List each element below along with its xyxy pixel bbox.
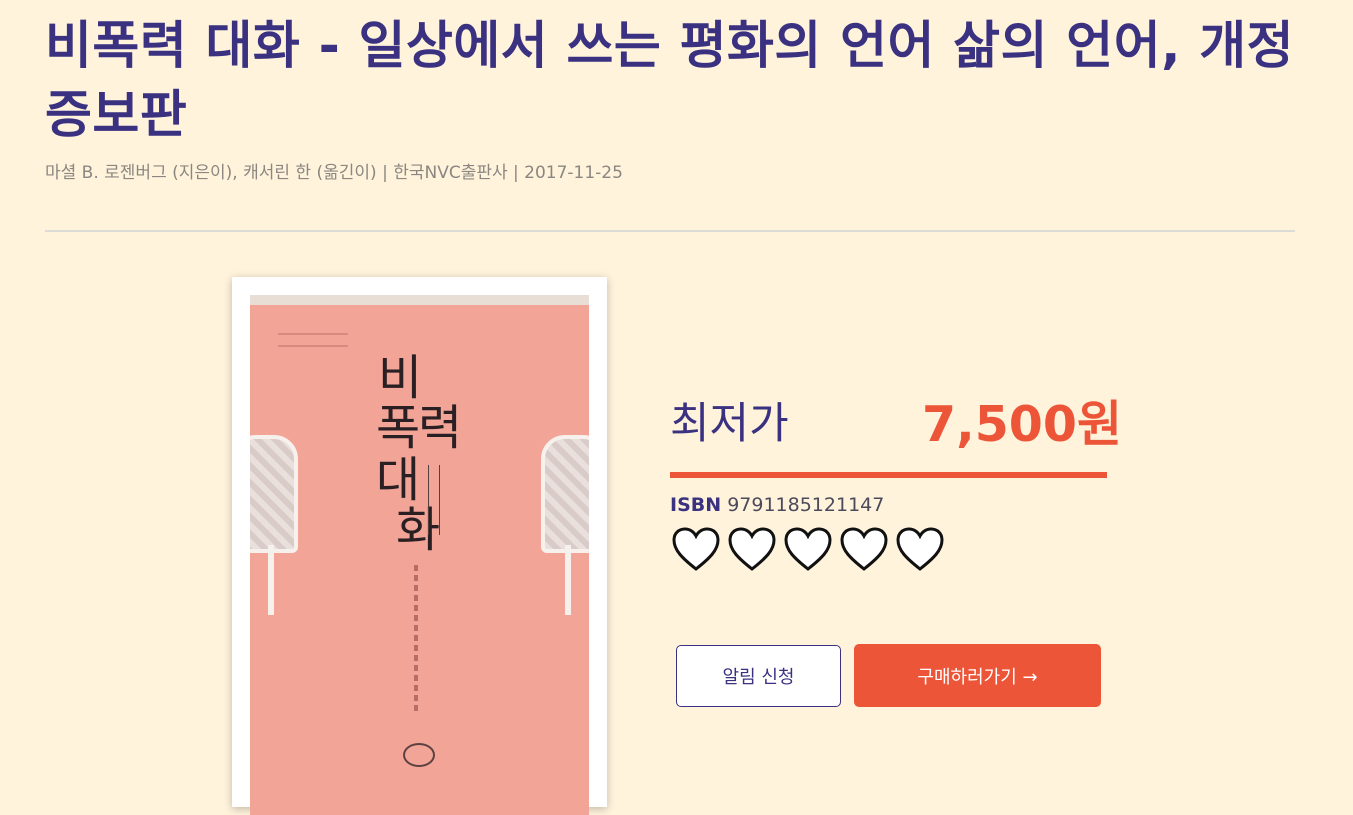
cover-title-char: 비 <box>378 350 423 406</box>
right-chair-illustration <box>541 435 589 553</box>
buy-button[interactable]: 구매하러가기 → <box>854 644 1101 707</box>
right-chair-leg <box>565 545 571 615</box>
rating-hearts[interactable] <box>670 525 946 573</box>
book-meta: 마셜 B. 로젠버그 (지은이), 캐서린 한 (옮긴이) | 한국NVC출판사… <box>45 163 623 183</box>
cover-small-text <box>278 333 348 347</box>
price-value: 7,500원 <box>922 396 1123 453</box>
cover-title-char: 력 <box>418 400 463 456</box>
left-chair-illustration <box>250 435 298 553</box>
book-cover-frame: 비 폭 력 대 화 <box>232 277 607 815</box>
cover-top-band <box>250 295 589 305</box>
heart-icon[interactable] <box>726 525 778 573</box>
price-underline <box>670 472 1107 478</box>
cover-subtitle-mark <box>428 465 440 535</box>
cover-title-char: 폭 <box>376 400 421 456</box>
left-chair-leg <box>268 545 274 615</box>
heart-icon[interactable] <box>838 525 890 573</box>
heart-icon[interactable] <box>670 525 722 573</box>
isbn-value: 9791185121147 <box>727 494 885 516</box>
publisher-logo-icon <box>403 743 435 767</box>
cover-title-char: 대 <box>376 452 421 508</box>
divider <box>45 230 1295 232</box>
page-title: 비폭력 대화 - 일상에서 쓰는 평화의 언어 삶의 언어, 개정증보판 <box>45 17 1295 145</box>
alert-subscribe-button[interactable]: 알림 신청 <box>676 645 841 707</box>
isbn-row: ISBN 9791185121147 <box>670 490 884 520</box>
cover-vertical-subtitle <box>414 565 418 715</box>
heart-icon[interactable] <box>894 525 946 573</box>
price-label: 최저가 <box>670 399 789 449</box>
heart-icon[interactable] <box>782 525 834 573</box>
book-cover-image: 비 폭 력 대 화 <box>250 295 589 815</box>
isbn-label: ISBN <box>670 494 722 516</box>
